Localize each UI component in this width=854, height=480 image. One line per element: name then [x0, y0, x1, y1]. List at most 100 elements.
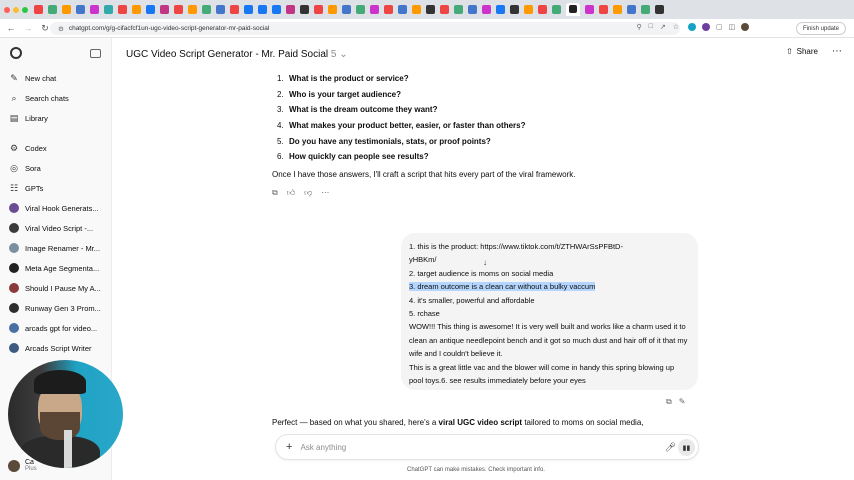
model-version[interactable]: 5 — [331, 49, 337, 60]
close-window-icon[interactable] — [4, 6, 10, 13]
tab-favicon-icon[interactable] — [76, 5, 85, 14]
tab-favicon-icon[interactable] — [641, 5, 650, 14]
share-icon: ⇧ — [785, 47, 793, 56]
thumbs-up-icon[interactable]: 👍︎ — [287, 188, 295, 198]
tab-favicon-icon[interactable] — [370, 5, 379, 14]
chevron-down-icon[interactable]: ⌄ — [339, 49, 347, 60]
zoom-window-icon[interactable] — [22, 6, 28, 13]
window-controls[interactable] — [4, 6, 28, 13]
tab-favicon-icon[interactable] — [132, 5, 141, 14]
copy-icon[interactable]: ⧉ — [272, 188, 278, 198]
copy-icon[interactable]: ⧉ — [666, 397, 672, 407]
page-title[interactable]: UGC Video Script Generator - Mr. Paid So… — [126, 49, 348, 60]
tab-favicon-icon[interactable] — [244, 5, 253, 14]
sidebar-gpt-3[interactable]: Meta Age Segmenta... — [0, 258, 111, 278]
back-icon[interactable]: ← — [5, 23, 17, 33]
tab-favicon-icon[interactable] — [538, 5, 547, 14]
tab-favicon-icon[interactable] — [118, 5, 127, 14]
tab-favicon-icon[interactable] — [510, 5, 519, 14]
extension-icon[interactable] — [702, 23, 710, 31]
forward-icon[interactable]: → — [22, 23, 34, 33]
microphone-icon[interactable]: 🎤︎ — [665, 442, 676, 453]
url-field[interactable]: ⚙ chatgpt.com/g/g-cifacfcf1un-ugc-video-… — [50, 22, 680, 35]
more-options-icon[interactable]: ⋯ — [832, 46, 842, 57]
sidebar-app-2[interactable]: ☷ GPTs — [0, 178, 111, 198]
more-actions-icon[interactable]: ⋯ — [321, 188, 329, 198]
share-page-icon[interactable]: ↗ — [660, 23, 666, 31]
composer[interactable]: + Ask anything 🎤︎ ▮▮ — [275, 434, 699, 460]
tab-favicons[interactable] — [34, 3, 664, 16]
tab-favicon-icon[interactable] — [62, 5, 71, 14]
tab-favicon-icon[interactable] — [202, 5, 211, 14]
tab-favicon-icon[interactable] — [356, 5, 365, 14]
gpt-name[interactable]: UGC Video Script Generator - Mr. Paid So… — [126, 49, 328, 60]
site-info-icon[interactable]: ⚙ — [58, 25, 64, 33]
sidebar-gpt-7[interactable]: Arcads Script Writer — [0, 338, 111, 358]
voice-mode-button[interactable]: ▮▮ — [678, 439, 695, 456]
tab-favicon-icon[interactable] — [468, 5, 477, 14]
tab-favicon-icon[interactable] — [216, 5, 225, 14]
bookmark-star-icon[interactable]: ☆ — [673, 23, 679, 31]
tab-favicon-icon[interactable] — [398, 5, 407, 14]
tab-favicon-icon[interactable] — [174, 5, 183, 14]
sidebar-gpt-2[interactable]: Image Renamer - Mr... — [0, 238, 111, 258]
tab-favicon-icon[interactable] — [286, 5, 295, 14]
tab-favicon-icon[interactable] — [412, 5, 421, 14]
share-button[interactable]: ⇧ Share — [786, 47, 818, 56]
extension-icon[interactable] — [688, 23, 696, 31]
search-lens-icon[interactable]: ⚲ — [636, 23, 641, 31]
tab-favicon-icon[interactable] — [314, 5, 323, 14]
tab-favicon-icon[interactable] — [552, 5, 561, 14]
tab-favicon-icon[interactable] — [146, 5, 155, 14]
tab-favicon-icon[interactable] — [524, 5, 533, 14]
thumbs-down-icon[interactable]: 👎︎ — [304, 188, 312, 198]
sidebar-item-2[interactable]: ▤ Library — [0, 108, 111, 128]
tab-favicon-icon[interactable] — [104, 5, 113, 14]
sidebar-app-0[interactable]: ⚙ Codex — [0, 138, 111, 158]
install-app-icon[interactable]: □ — [649, 23, 653, 31]
tab-favicon-icon[interactable] — [585, 5, 594, 14]
tab-favicon-icon[interactable] — [384, 5, 393, 14]
sidebar-gpt-6[interactable]: arcads gpt for video... — [0, 318, 111, 338]
sidebar-item-0[interactable]: ✎ New chat — [0, 68, 111, 88]
profile-avatar-icon[interactable] — [741, 23, 750, 31]
sidebar-toggle-icon[interactable] — [90, 48, 101, 58]
sidebar-gpt-0[interactable]: Viral Hook Generats... — [0, 198, 111, 218]
tab-favicon-icon[interactable] — [300, 5, 309, 14]
tab-favicon-icon[interactable] — [342, 5, 351, 14]
sidebar-item-1[interactable]: ⌕ Search chats — [0, 88, 111, 108]
tab-favicon-icon[interactable] — [34, 5, 43, 14]
tab-favicon-icon[interactable] — [482, 5, 491, 14]
tab-favicon-icon[interactable] — [272, 5, 281, 14]
chatgpt-logo-icon[interactable] — [10, 47, 22, 59]
gpts-icon: ☷ — [9, 182, 19, 193]
active-tab[interactable] — [566, 3, 580, 16]
finish-update-button[interactable]: Finish update — [795, 22, 846, 35]
sidebar-gpt-4[interactable]: Should I Pause My A... — [0, 278, 111, 298]
tab-favicon-icon[interactable] — [627, 5, 636, 14]
tab-favicon-icon[interactable] — [655, 5, 664, 14]
tab-favicon-icon[interactable] — [599, 5, 608, 14]
tab-favicon-icon[interactable] — [90, 5, 99, 14]
tab-favicon-icon[interactable] — [440, 5, 449, 14]
tab-favicon-icon[interactable] — [328, 5, 337, 14]
plus-icon[interactable]: + — [286, 441, 292, 453]
tab-favicon-icon[interactable] — [258, 5, 267, 14]
sidebar-gpt-5[interactable]: Runway Gen 3 Prom... — [0, 298, 111, 318]
sidebar-gpt-1[interactable]: Viral Video Script -... — [0, 218, 111, 238]
tab-favicon-icon[interactable] — [188, 5, 197, 14]
tab-search-icon[interactable]: ▢ — [716, 23, 723, 31]
tab-favicon-icon[interactable] — [454, 5, 463, 14]
tab-favicon-icon[interactable] — [426, 5, 435, 14]
tab-favicon-icon[interactable] — [48, 5, 57, 14]
tab-favicon-icon[interactable] — [613, 5, 622, 14]
sidebar-app-1[interactable]: ◎ Sora — [0, 158, 111, 178]
composer-input[interactable]: Ask anything — [300, 443, 346, 452]
minimize-window-icon[interactable] — [13, 6, 19, 13]
split-view-icon[interactable]: ◫ — [729, 23, 736, 31]
tab-favicon-icon[interactable] — [160, 5, 169, 14]
tab-favicon-icon[interactable] — [496, 5, 505, 14]
edit-icon[interactable]: ✎ — [679, 397, 686, 407]
tab-favicon-icon[interactable] — [230, 5, 239, 14]
url-text[interactable]: chatgpt.com/g/g-cifacfcf1un-ugc-video-sc… — [69, 25, 270, 32]
